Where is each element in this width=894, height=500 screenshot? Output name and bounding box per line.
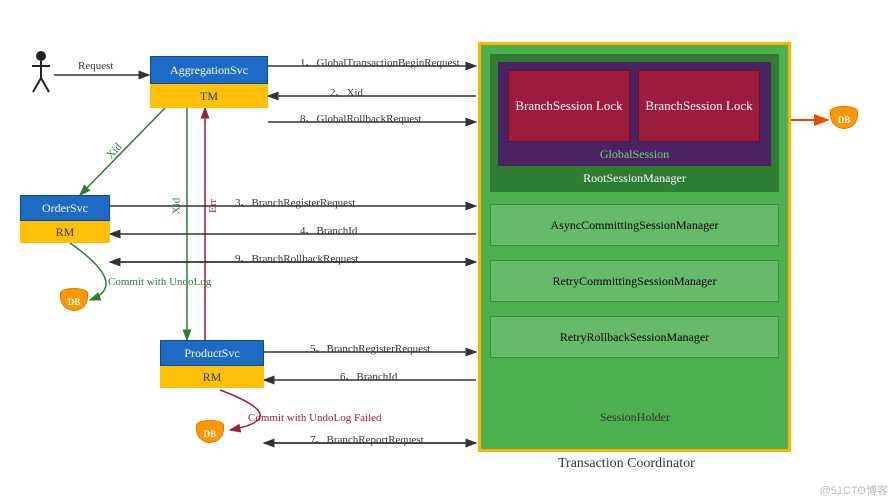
async-committing-mgr: AsyncCommittingSessionManager	[490, 204, 779, 246]
order-commit-label: Commit with UndoLog	[108, 276, 211, 288]
msg-4: 4、BranchId	[300, 222, 357, 238]
branch-lock-1: BranchSession Lock	[508, 70, 630, 142]
global-session-label: GlobalSession	[600, 147, 669, 162]
msg-9: 9、BranchRollbackRequest	[235, 250, 358, 266]
product-role: RM	[160, 366, 264, 388]
product-commit-label: Commit with UndoLog Failed	[248, 412, 382, 424]
msg-3: 3、BranchRegisterRequest	[235, 194, 355, 210]
err-label: Err	[207, 199, 219, 213]
retry-committing-mgr: RetryCommittingSessionManager	[490, 260, 779, 302]
msg-6: 6、BranchId	[340, 368, 397, 384]
msg-1: 1、GlobalTransactionBeginRequest	[300, 54, 460, 70]
root-session-manager-label: RootSessionManager	[583, 171, 686, 186]
order-svc: OrderSvc	[20, 195, 110, 221]
request-label: Request	[78, 60, 113, 72]
msg-2: 2、Xid	[330, 84, 363, 100]
order-db: DB	[60, 288, 88, 311]
product-svc: ProductSvc	[160, 340, 264, 366]
msg-5: 5、BranchRegisterRequest	[310, 340, 430, 356]
msg-8: 8、GlobalRollbackRequest	[300, 110, 422, 126]
xid-label-2: Xid	[170, 198, 182, 215]
branch-lock-2: BranchSession Lock	[638, 70, 760, 142]
aggregation-svc: AggregationSvc	[150, 56, 268, 84]
xid-label-1: Xid	[104, 141, 124, 161]
retry-rollback-mgr: RetryRollbackSessionManager	[490, 316, 779, 358]
product-db: DB	[196, 420, 224, 443]
msg-7: 7、BranchReportRequest	[310, 431, 424, 447]
aggregation-role: TM	[150, 84, 268, 108]
session-holder-label: SessionHolder	[600, 410, 670, 425]
external-db: DB	[830, 106, 858, 129]
watermark: @51CTO博客	[820, 482, 888, 498]
order-role: RM	[20, 221, 110, 243]
tc-title: Transaction Coordinator	[558, 456, 695, 472]
